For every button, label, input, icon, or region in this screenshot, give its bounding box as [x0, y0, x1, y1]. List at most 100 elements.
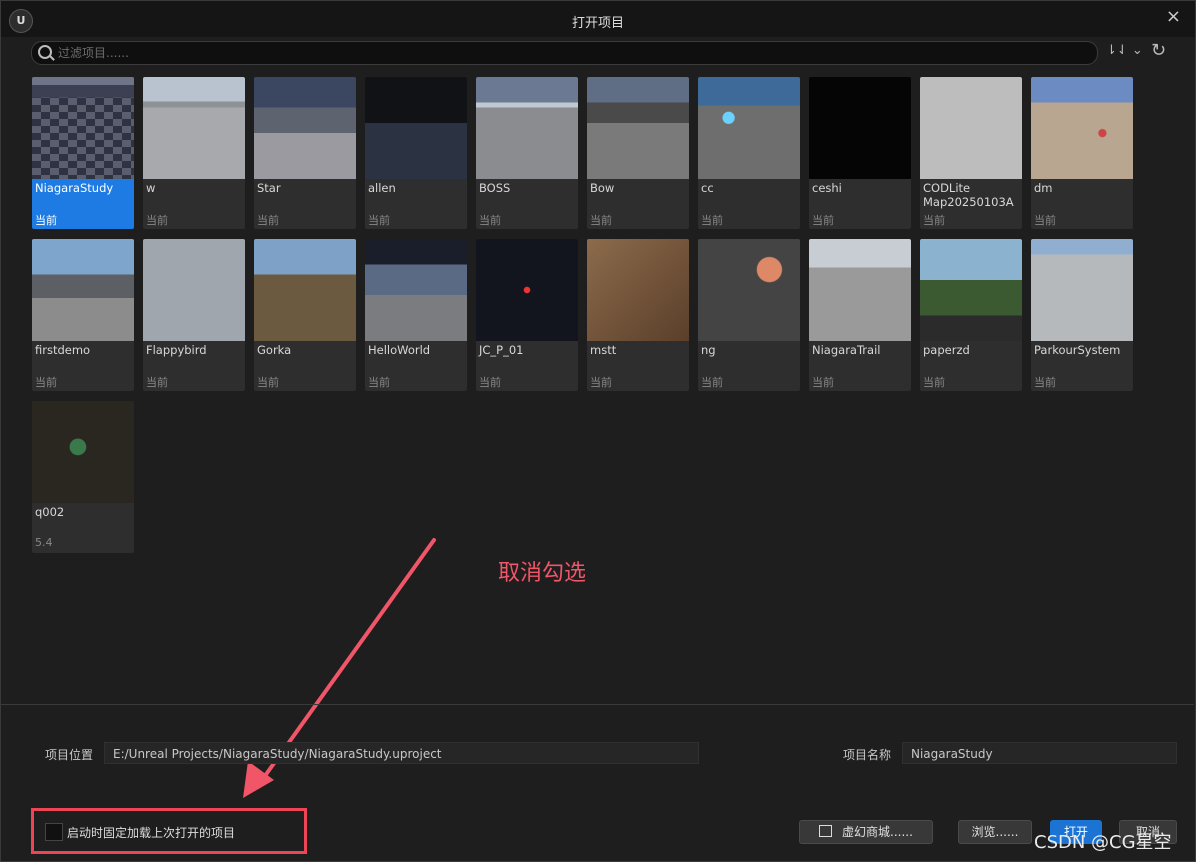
project-name: dm — [1034, 181, 1053, 195]
project-version: 当前 — [368, 214, 390, 227]
project-card[interactable]: q002 5.4 — [32, 401, 134, 553]
project-card[interactable]: BOSS 当前 — [476, 77, 578, 229]
browse-button[interactable]: 浏览...... — [958, 820, 1032, 844]
project-thumbnail — [32, 401, 134, 503]
project-name: ng — [701, 343, 716, 357]
project-name: Bow — [590, 181, 615, 195]
project-card[interactable]: allen 当前 — [365, 77, 467, 229]
project-location-label: 项目位置 — [45, 748, 94, 762]
project-card[interactable]: Flappybird 当前 — [143, 239, 245, 391]
project-name: JC_P_01 — [479, 343, 524, 357]
project-card[interactable]: ParkourSystem 当前 — [1031, 239, 1133, 391]
project-thumbnail — [587, 77, 689, 179]
project-card[interactable]: dm 当前 — [1031, 77, 1133, 229]
project-card[interactable]: CODLite Map20250103A 当前 — [920, 77, 1022, 229]
project-card[interactable]: firstdemo 当前 — [32, 239, 134, 391]
project-name: paperzd — [923, 343, 970, 357]
project-card[interactable]: ng 当前 — [698, 239, 800, 391]
search-bar[interactable] — [31, 41, 1098, 65]
project-version: 5.4 — [35, 536, 53, 549]
annotation-text: 取消勾选 — [498, 561, 587, 586]
project-thumbnail — [32, 77, 134, 179]
project-thumbnail — [1031, 77, 1133, 179]
project-version: 当前 — [257, 376, 279, 389]
project-thumbnail — [365, 77, 467, 179]
project-version: 当前 — [923, 376, 945, 389]
project-version: 当前 — [701, 214, 723, 227]
project-name: CODLite Map20250103A — [923, 181, 1014, 209]
project-card[interactable]: paperzd 当前 — [920, 239, 1022, 391]
title-bar: U 打开项目 × — [1, 1, 1195, 37]
startup-load-checkbox[interactable] — [45, 823, 63, 841]
close-icon[interactable]: × — [1166, 6, 1181, 27]
project-thumbnail — [809, 77, 911, 179]
project-version: 当前 — [35, 214, 57, 227]
sort-icon[interactable]: ⇂⇃ ⌄ — [1106, 43, 1143, 58]
project-name: Gorka — [257, 343, 292, 357]
project-location-field[interactable]: E:/Unreal Projects/NiagaraStudy/NiagaraS… — [104, 742, 699, 764]
project-name: cc — [701, 181, 714, 195]
project-thumbnail — [254, 239, 356, 341]
project-thumbnail — [143, 77, 245, 179]
project-name: Flappybird — [146, 343, 207, 357]
project-name-label: 项目名称 — [843, 748, 892, 762]
project-thumbnail — [32, 239, 134, 341]
project-version: 当前 — [1034, 376, 1056, 389]
project-version: 当前 — [479, 376, 501, 389]
project-card[interactable]: HelloWorld 当前 — [365, 239, 467, 391]
project-version: 当前 — [812, 376, 834, 389]
project-name: HelloWorld — [368, 343, 431, 357]
marketplace-label: 虚幻商城...... — [842, 825, 913, 839]
project-thumbnail — [365, 239, 467, 341]
project-card[interactable]: Bow 当前 — [587, 77, 689, 229]
window-title: 打开项目 — [571, 16, 624, 31]
project-thumbnail — [809, 239, 911, 341]
watermark: CSDN @CG星空 — [1034, 832, 1172, 853]
project-version: 当前 — [1034, 214, 1056, 227]
project-card[interactable]: JC_P_01 当前 — [476, 239, 578, 391]
startup-load-label: 启动时固定加载上次打开的项目 — [67, 826, 236, 840]
project-thumbnail — [476, 239, 578, 341]
project-thumbnail — [587, 239, 689, 341]
project-version: 当前 — [590, 214, 612, 227]
project-thumbnail — [1031, 239, 1133, 341]
search-icon — [38, 45, 52, 59]
project-name: NiagaraStudy — [35, 181, 114, 195]
project-version: 当前 — [146, 376, 168, 389]
project-name: BOSS — [479, 181, 511, 195]
project-card[interactable]: mstt 当前 — [587, 239, 689, 391]
project-card[interactable]: Star 当前 — [254, 77, 356, 229]
project-version: 当前 — [368, 376, 390, 389]
shopping-bag-icon — [819, 825, 833, 837]
project-card[interactable]: NiagaraTrail 当前 — [809, 239, 911, 391]
project-card[interactable]: w 当前 — [143, 77, 245, 229]
project-thumbnail — [143, 239, 245, 341]
project-version: 当前 — [479, 214, 501, 227]
project-version: 当前 — [257, 214, 279, 227]
project-version: 当前 — [590, 376, 612, 389]
project-thumbnail — [698, 239, 800, 341]
project-name: w — [146, 181, 156, 195]
project-name: mstt — [590, 343, 617, 357]
refresh-icon[interactable]: ↻ — [1151, 40, 1166, 61]
project-name: ParkourSystem — [1034, 343, 1121, 357]
project-thumbnail — [698, 77, 800, 179]
project-version: 当前 — [146, 214, 168, 227]
project-card[interactable]: NiagaraStudy 当前 — [32, 77, 134, 229]
project-thumbnail — [476, 77, 578, 179]
project-version: 当前 — [923, 214, 945, 227]
project-name: firstdemo — [35, 343, 91, 357]
project-version: 当前 — [812, 214, 834, 227]
project-name: ceshi — [812, 181, 842, 195]
project-card[interactable]: cc 当前 — [698, 77, 800, 229]
project-name: NiagaraTrail — [812, 343, 881, 357]
marketplace-button[interactable]: 虚幻商城...... — [799, 820, 933, 844]
project-card[interactable]: Gorka 当前 — [254, 239, 356, 391]
footer-divider — [1, 704, 1194, 705]
project-name: Star — [257, 181, 281, 195]
project-name: q002 — [35, 505, 65, 519]
search-input[interactable] — [56, 43, 1090, 63]
project-name: allen — [368, 181, 396, 195]
project-name-field[interactable]: NiagaraStudy — [902, 742, 1177, 764]
project-card[interactable]: ceshi 当前 — [809, 77, 911, 229]
